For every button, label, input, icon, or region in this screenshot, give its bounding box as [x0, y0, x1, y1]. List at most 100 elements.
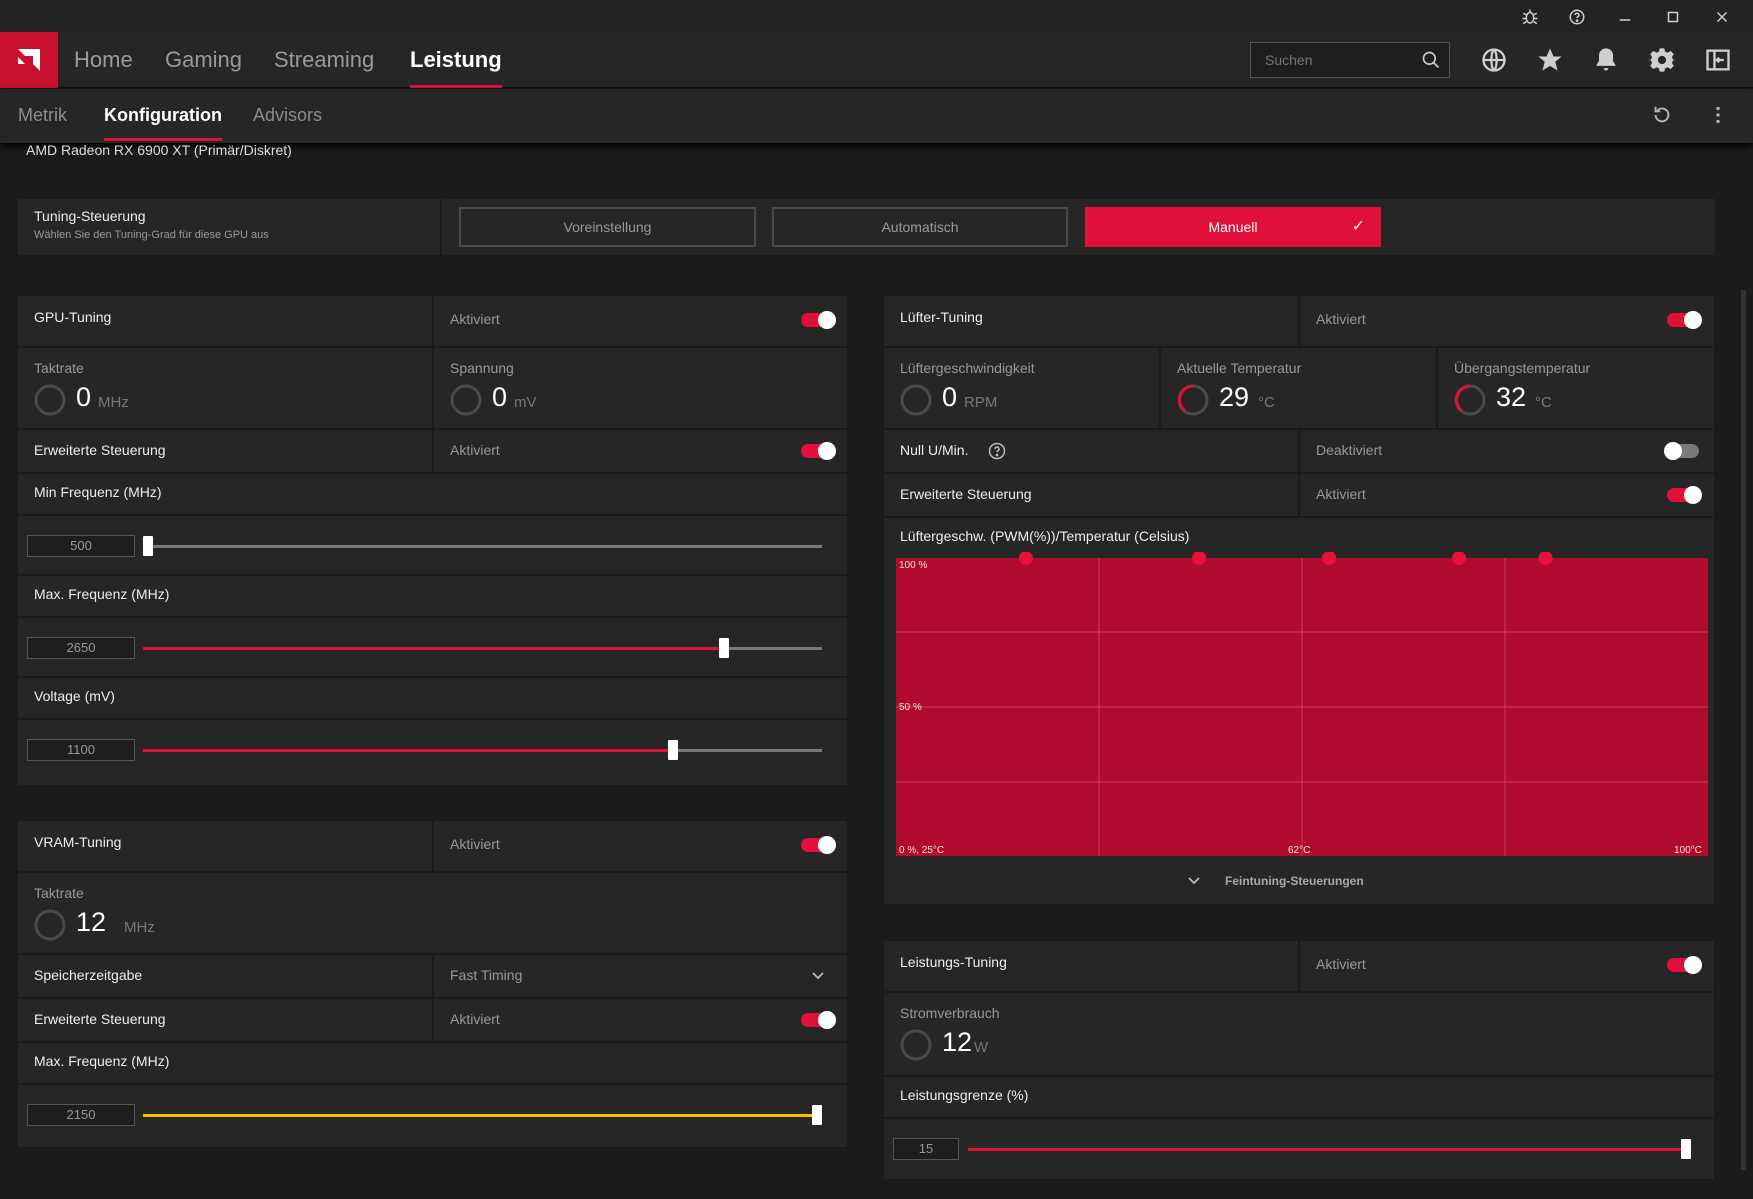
- info-icon[interactable]: [988, 442, 1006, 460]
- scrollbar[interactable]: [1741, 290, 1746, 1170]
- gpu-voltage-metric: 0 mV: [450, 380, 650, 420]
- power-tuning-toggle[interactable]: [1667, 956, 1702, 974]
- fan-tuning-toggle[interactable]: [1667, 311, 1702, 329]
- reset-icon[interactable]: [1651, 104, 1673, 126]
- junction-temp-label: Übergangstemperatur: [1454, 360, 1591, 376]
- min-freq-input[interactable]: 500: [27, 535, 135, 557]
- tab-konfiguration[interactable]: Konfiguration: [104, 89, 222, 143]
- fan-speed-label: Lüftergeschwindigkeit: [900, 360, 1035, 376]
- gpu-tuning-panel: GPU-Tuning Aktiviert Taktrate 0 MHz Span…: [18, 296, 847, 785]
- fan-advanced-toggle[interactable]: [1667, 486, 1702, 504]
- fan-curve-label: Lüftergeschw. (PWM(%))/Temperatur (Celsi…: [900, 528, 1190, 544]
- junction-temp-unit: °C: [1535, 394, 1552, 411]
- fan-advanced-label: Erweiterte Steuerung: [900, 486, 1032, 502]
- max-freq-input[interactable]: 2650: [27, 637, 135, 659]
- min-freq-slider[interactable]: [143, 536, 822, 556]
- vram-max-freq-slider[interactable]: [143, 1105, 822, 1125]
- gear-icon[interactable]: [1648, 46, 1676, 74]
- power-limit-input[interactable]: 15: [893, 1138, 959, 1160]
- slider-thumb[interactable]: [718, 638, 729, 658]
- more-options-icon[interactable]: [1707, 104, 1729, 126]
- x-tick-max: 100°C: [1674, 845, 1702, 856]
- voltage-slider[interactable]: [143, 740, 822, 760]
- vram-advanced-label: Erweiterte Steuerung: [34, 1011, 166, 1027]
- star-icon[interactable]: [1536, 46, 1564, 74]
- vram-tuning-status: Aktiviert: [450, 836, 500, 852]
- search-input[interactable]: [1251, 43, 1411, 77]
- gpu-voltage-unit: mV: [514, 394, 537, 411]
- vram-clock-value: 12: [76, 907, 107, 937]
- gauge-icon: [900, 384, 932, 416]
- minimize-icon[interactable]: [1614, 6, 1636, 28]
- fan-curve-chart[interactable]: 100 % 50 % 0 %, 25°C 62°C 100°C: [890, 552, 1708, 862]
- nav-leistung[interactable]: Leistung: [410, 32, 502, 88]
- fan-speed-unit: RPM: [964, 394, 998, 411]
- power-tuning-status: Aktiviert: [1316, 956, 1366, 972]
- slider-thumb[interactable]: [812, 1105, 822, 1125]
- vram-tuning-title: VRAM-Tuning: [34, 834, 122, 850]
- vram-clock-unit: MHz: [124, 919, 155, 936]
- amd-logo-icon[interactable]: [0, 32, 58, 88]
- tab-advisors[interactable]: Advisors: [253, 89, 322, 143]
- gauge-icon: [34, 909, 66, 941]
- vram-tuning-toggle[interactable]: [801, 836, 836, 854]
- gpu-clock-value: 0: [76, 382, 92, 412]
- fine-tuning-toggle[interactable]: Feintuning-Steuerungen: [884, 866, 1714, 902]
- power-tuning-panel: Leistungs-Tuning Aktiviert Stromverbrauc…: [884, 941, 1714, 1179]
- search-icon[interactable]: [1421, 50, 1441, 70]
- voltage-input[interactable]: 1100: [27, 739, 135, 761]
- maximize-icon[interactable]: [1662, 6, 1684, 28]
- search-box: [1250, 42, 1450, 78]
- zero-rpm-status: Deaktiviert: [1316, 442, 1383, 458]
- max-freq-slider[interactable]: [143, 638, 822, 658]
- tab-metrik[interactable]: Metrik: [18, 89, 67, 143]
- vram-max-freq-label: Max. Frequenz (MHz): [34, 1053, 170, 1069]
- power-limit-slider[interactable]: [968, 1139, 1691, 1159]
- junction-temp-metric: 32 °C: [1454, 380, 1654, 420]
- slider-thumb[interactable]: [143, 536, 153, 556]
- gpu-advanced-toggle[interactable]: [801, 442, 836, 460]
- slider-fill: [143, 1114, 822, 1117]
- gpu-tuning-toggle[interactable]: [801, 311, 836, 329]
- gauge-icon: [34, 384, 66, 416]
- y-tick-top: 100 %: [899, 560, 927, 571]
- bell-icon[interactable]: [1592, 46, 1620, 74]
- preset-button[interactable]: Voreinstellung: [459, 207, 756, 247]
- slider-thumb[interactable]: [1681, 1139, 1691, 1159]
- current-temp-value: 29: [1219, 382, 1250, 412]
- power-draw-metric: 12 W: [900, 1025, 1100, 1065]
- gpu-name: AMD Radeon RX 6900 XT (Primär/Diskret): [26, 142, 292, 158]
- chevron-down-icon[interactable]: [1186, 872, 1202, 888]
- memory-timing-dropdown[interactable]: Fast Timing: [450, 967, 522, 983]
- fine-tuning-label[interactable]: Feintuning-Steuerungen: [1225, 874, 1364, 888]
- chevron-down-icon[interactable]: [810, 967, 826, 983]
- current-temp-unit: °C: [1258, 394, 1275, 411]
- fan-speed-value: 0: [942, 382, 958, 412]
- nav-home[interactable]: Home: [74, 32, 133, 88]
- gpu-voltage-label: Spannung: [450, 360, 514, 376]
- close-icon[interactable]: [1711, 6, 1733, 28]
- sidebar-toggle-icon[interactable]: [1704, 46, 1732, 74]
- nav-streaming[interactable]: Streaming: [274, 32, 374, 88]
- globe-icon[interactable]: [1480, 46, 1508, 74]
- gauge-icon: [1177, 384, 1209, 416]
- manual-button[interactable]: Manuell ✓: [1085, 207, 1381, 247]
- slider-thumb[interactable]: [667, 740, 678, 760]
- gpu-tuning-title: GPU-Tuning: [34, 309, 112, 325]
- automatic-button[interactable]: Automatisch: [772, 207, 1068, 247]
- zero-rpm-toggle[interactable]: [1664, 442, 1699, 460]
- nav-gaming[interactable]: Gaming: [165, 32, 242, 88]
- vram-advanced-toggle[interactable]: [801, 1011, 836, 1029]
- fan-tuning-panel: Lüfter-Tuning Aktiviert Lüftergeschwindi…: [884, 296, 1714, 904]
- slider-fill: [143, 749, 673, 752]
- bug-icon[interactable]: [1519, 6, 1541, 28]
- vram-max-freq-input[interactable]: 2150: [27, 1104, 135, 1126]
- junction-temp-value: 32: [1496, 382, 1527, 412]
- help-icon[interactable]: [1566, 6, 1588, 28]
- manual-label: Manuell: [1208, 219, 1258, 235]
- vram-advanced-status: Aktiviert: [450, 1011, 500, 1027]
- tuning-control: Tuning-Steuerung Wählen Sie den Tuning-G…: [18, 199, 1715, 255]
- gpu-voltage-value: 0: [492, 382, 508, 412]
- check-icon: ✓: [1351, 218, 1365, 235]
- power-limit-label: Leistungsgrenze (%): [900, 1087, 1029, 1103]
